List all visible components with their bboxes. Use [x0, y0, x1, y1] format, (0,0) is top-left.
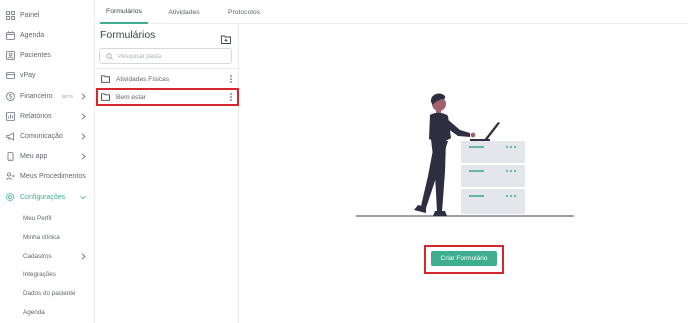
- folder-label: Atividades Físicas: [116, 75, 170, 83]
- chevron-down-icon: [80, 194, 86, 200]
- sidebar-subitem-label: Meu Perfil: [23, 214, 52, 222]
- sidebar-item-label: Painel: [20, 11, 40, 19]
- panel-title: Formulários: [100, 29, 156, 41]
- procedures-icon: [5, 171, 15, 181]
- sidebar-item-label: Agenda: [20, 31, 45, 39]
- folder-icon: [101, 75, 110, 83]
- folders-panel: Formulários Atividades Físicas Bem estar: [96, 24, 239, 323]
- patients-icon: [5, 50, 15, 60]
- dollar-icon: $: [5, 91, 15, 101]
- tab-formularios[interactable]: Formulários: [100, 0, 148, 24]
- sidebar-item-vpay[interactable]: vPay: [0, 65, 95, 85]
- folder-icon: [101, 93, 110, 101]
- sidebar: Painel Agenda Pacientes vPay $ Financeir…: [0, 0, 95, 323]
- sidebar-subitem-label: Minha clínica: [23, 233, 60, 241]
- dashboard-icon: [5, 10, 15, 20]
- chevron-right-icon: [80, 92, 86, 100]
- phone-icon: [5, 151, 15, 161]
- divider: [96, 68, 239, 69]
- sidebar-subitem-integracoes[interactable]: Integrações: [0, 266, 95, 282]
- beta-badge: BETA: [62, 93, 74, 99]
- sidebar-item-label: Comunicação: [20, 132, 63, 140]
- chevron-right-icon: [80, 112, 86, 120]
- search-icon: [106, 53, 113, 60]
- sidebar-subitem-minha-clinica[interactable]: Minha clínica: [0, 229, 95, 245]
- sidebar-subitem-label: Agenda: [23, 308, 45, 316]
- search-input[interactable]: [118, 51, 228, 62]
- sidebar-item-configuracoes[interactable]: Configurações: [0, 187, 95, 207]
- chevron-right-icon: [80, 252, 86, 260]
- sidebar-item-label: vPay: [20, 71, 36, 79]
- tab-protocolos[interactable]: Protocolos: [220, 0, 268, 24]
- chevron-right-icon: [80, 152, 86, 160]
- calendar-icon: [5, 30, 15, 40]
- chevron-right-icon: [80, 132, 86, 140]
- create-form-button[interactable]: Criar Formulário: [431, 251, 497, 266]
- person-at-laptop-illustration: [356, 93, 574, 217]
- card-icon: [5, 70, 15, 80]
- folder-search: [99, 48, 232, 64]
- sidebar-item-label: Meus Procedimentos: [20, 172, 86, 180]
- sidebar-item-label: Pacientes: [20, 51, 51, 59]
- folder-item-atividades-fisicas[interactable]: Atividades Físicas: [96, 70, 239, 88]
- sidebar-item-meus-procedimentos[interactable]: Meus Procedimentos: [0, 166, 95, 186]
- sidebar-item-financeiro[interactable]: $ Financeiro BETA: [0, 86, 95, 106]
- sidebar-item-agenda[interactable]: Agenda: [0, 25, 95, 45]
- sidebar-subitem-cadastros[interactable]: Cadastros: [0, 248, 95, 264]
- sidebar-subitem-meu-perfil[interactable]: Meu Perfil: [0, 210, 95, 226]
- folder-label: Bem estar: [116, 93, 147, 101]
- sidebar-item-label: Configurações: [20, 193, 66, 201]
- tab-atividades[interactable]: Atividades: [160, 0, 208, 24]
- sidebar-item-pacientes[interactable]: Pacientes: [0, 45, 95, 65]
- megaphone-icon: [5, 131, 15, 141]
- main-content: Criar Formulário: [240, 24, 688, 323]
- sidebar-item-comunicacao[interactable]: Comunicação: [0, 126, 95, 146]
- sidebar-item-meu-app[interactable]: Meu app: [0, 146, 95, 166]
- sidebar-subitem-label: Cadastros: [23, 252, 52, 260]
- sidebar-subitem-label: Dados do paciente: [23, 289, 76, 297]
- tab-bar: Formulários Atividades Protocolos: [96, 0, 688, 24]
- folder-item-bem-estar[interactable]: Bem estar: [96, 88, 239, 106]
- sidebar-item-painel[interactable]: Painel: [0, 5, 95, 25]
- gear-icon: [5, 192, 15, 202]
- sidebar-subitem-label: Integrações: [23, 270, 56, 278]
- sidebar-subitem-dados-do-paciente[interactable]: Dados do paciente: [0, 285, 95, 301]
- sidebar-item-relatorios[interactable]: Relatórios: [0, 106, 95, 126]
- more-vertical-icon[interactable]: [229, 92, 233, 102]
- sidebar-subitem-agenda[interactable]: Agenda: [0, 304, 95, 320]
- more-vertical-icon[interactable]: [229, 74, 233, 84]
- sidebar-item-label: Financeiro: [20, 92, 53, 100]
- reports-icon: [5, 111, 15, 121]
- add-folder-icon[interactable]: [221, 31, 231, 44]
- sidebar-item-label: Relatórios: [20, 112, 52, 120]
- sidebar-item-label: Meu app: [20, 152, 48, 160]
